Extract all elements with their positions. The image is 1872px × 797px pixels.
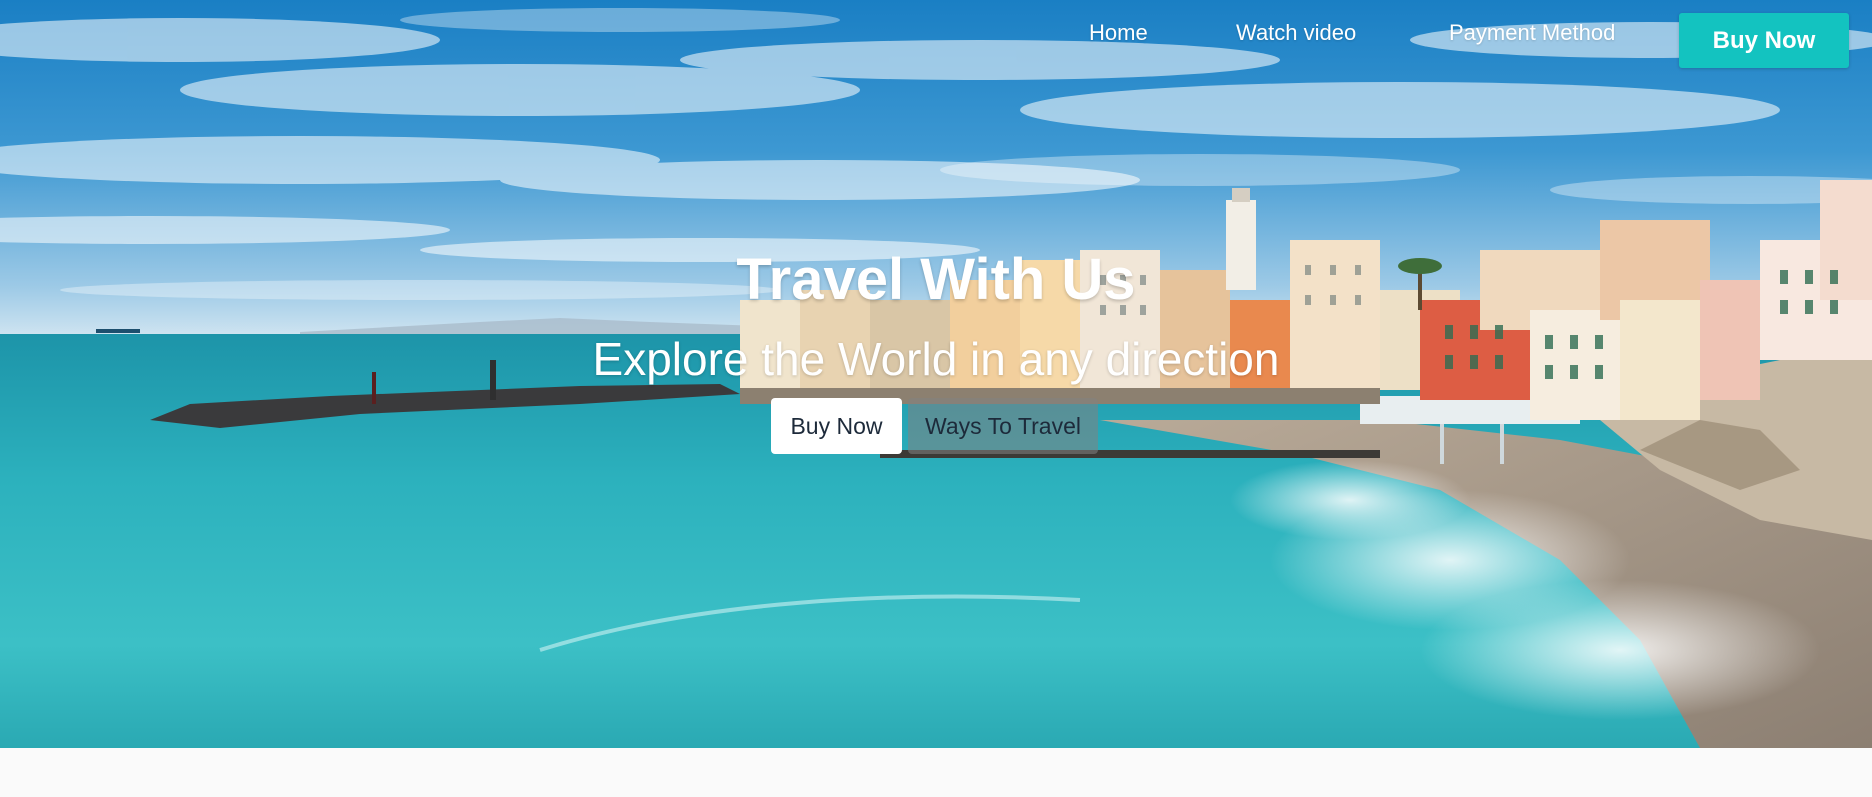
- hero-subtitle: Explore the World in any direction: [592, 333, 1280, 385]
- ways-to-travel-button[interactable]: Ways To Travel: [908, 398, 1098, 454]
- hero-actions: Buy Now Ways To Travel: [771, 398, 1098, 454]
- hero-section: Home Watch video Payment Method Buy Now …: [0, 0, 1872, 748]
- nav-link-home[interactable]: Home: [1089, 20, 1148, 46]
- hero-title: Travel With Us: [736, 247, 1136, 312]
- hero-buy-now-button[interactable]: Buy Now: [771, 398, 902, 454]
- top-navbar: Home Watch video Payment Method Buy Now: [0, 0, 1872, 84]
- nav-link-payment-method[interactable]: Payment Method: [1449, 20, 1615, 46]
- nav-link-watch-video[interactable]: Watch video: [1236, 20, 1356, 46]
- nav-buy-now-button[interactable]: Buy Now: [1679, 13, 1849, 68]
